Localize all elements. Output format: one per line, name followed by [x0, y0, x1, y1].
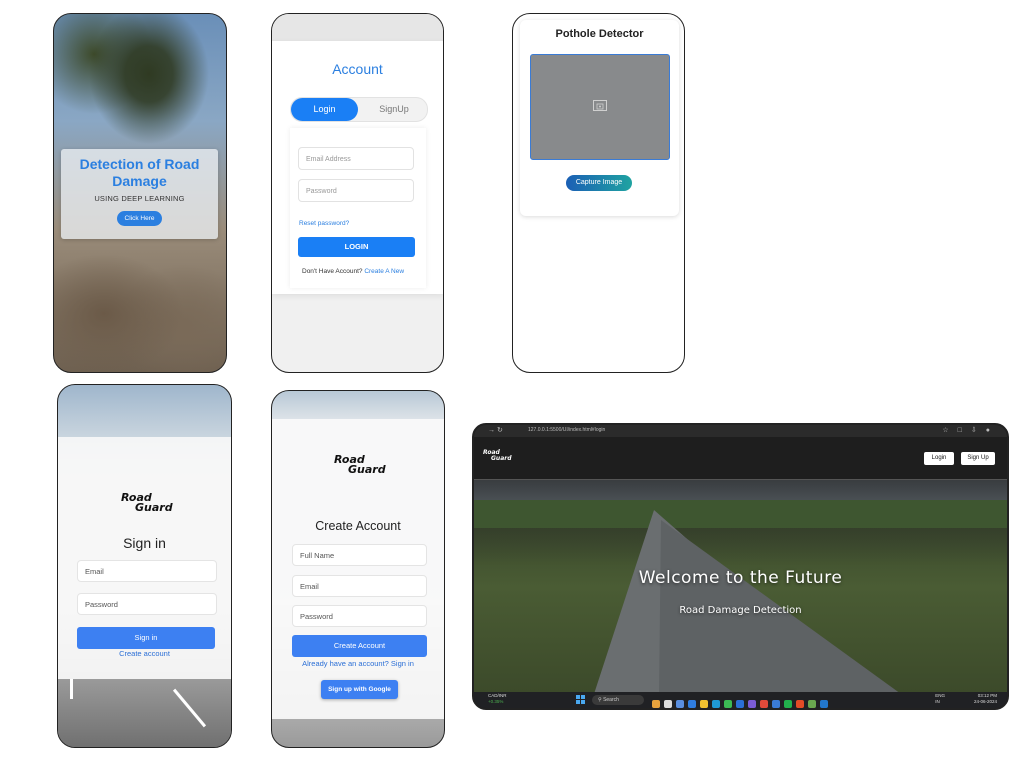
browser-toolbar: → ↻ 127.0.0.1:5500/UI/index.html#login ☆…	[474, 425, 1007, 437]
chrome-icon[interactable]	[724, 700, 732, 708]
password-field[interactable]: Password	[77, 593, 217, 615]
no-account-text: Don't Have Account? Create A New	[302, 268, 404, 275]
detector-card: Pothole Detector Capture Image	[520, 20, 679, 216]
app-icon[interactable]	[652, 700, 660, 708]
password-field[interactable]: Password	[292, 605, 427, 627]
site-header: Road Guard Login Sign Up	[474, 437, 1007, 480]
top-bar	[272, 14, 443, 41]
app-icon[interactable]	[676, 700, 684, 708]
app-icon[interactable]	[760, 700, 768, 708]
app-icon[interactable]	[796, 700, 804, 708]
tab-login[interactable]: Login	[291, 98, 358, 121]
create-account-button[interactable]: Create Account	[292, 635, 427, 657]
tab-signup[interactable]: SignUp	[361, 98, 427, 121]
roadguard-logo: Road Guard	[121, 492, 173, 514]
signin-button[interactable]: Sign in	[77, 627, 215, 649]
lang-line-2: IN	[935, 699, 940, 704]
desktop-browser-window: → ↻ 127.0.0.1:5500/UI/index.html#login ☆…	[472, 423, 1009, 710]
taskbar-search-label: Search	[603, 697, 619, 703]
app-icon[interactable]	[736, 700, 744, 708]
app-icon[interactable]	[664, 700, 672, 708]
image-icon	[593, 100, 607, 111]
email-field[interactable]: Email Address	[298, 147, 414, 170]
image-preview[interactable]	[530, 54, 670, 160]
signin-title: Sign in	[123, 535, 166, 551]
capture-image-button[interactable]: Capture Image	[566, 175, 632, 191]
logo-line-2: Guard	[348, 463, 386, 476]
signup-button[interactable]: Sign Up	[961, 452, 995, 465]
app-icon[interactable]	[772, 700, 780, 708]
create-account-screen: Road Guard Create Account Full Name Emai…	[271, 390, 445, 748]
system-clock[interactable]: 03:12 PM 24-06-2024	[974, 693, 997, 705]
taskbar-search[interactable]: ⚲ Search	[592, 695, 644, 705]
signin-link[interactable]: Already have an account? Sign in	[272, 659, 444, 668]
clock-date: 24-06-2024	[973, 699, 997, 704]
hero-card: Detection of Road Damage USING DEEP LEAR…	[61, 149, 218, 239]
pothole-detector-screen: Pothole Detector Capture Image	[512, 13, 685, 373]
account-screen: Account Login SignUp Email Address Passw…	[271, 13, 444, 373]
nav-arrows-icon[interactable]: → ↻	[488, 426, 503, 434]
account-title: Account	[332, 61, 383, 77]
vscode-icon[interactable]	[820, 700, 828, 708]
app-icon[interactable]	[748, 700, 756, 708]
welcome-subheading: Road Damage Detection	[679, 605, 802, 616]
edge-icon[interactable]	[712, 700, 720, 708]
app-icon[interactable]	[688, 700, 696, 708]
detector-title: Pothole Detector	[555, 28, 644, 40]
ticker-change: +0.35%	[488, 699, 504, 704]
address-bar[interactable]: 127.0.0.1:5500/UI/index.html#login	[528, 427, 605, 433]
folder-icon[interactable]	[700, 700, 708, 708]
hero-title: Detection of Road Damage	[79, 156, 200, 189]
road-background	[58, 679, 231, 747]
ticker-widget[interactable]: CAD/INR +0.35%	[488, 693, 507, 705]
whatsapp-icon[interactable]	[784, 700, 792, 708]
click-here-button[interactable]: Click Here	[116, 211, 163, 226]
no-account-label: Don't Have Account?	[302, 268, 363, 275]
windows-taskbar: CAD/INR +0.35% ⚲ Search ENG IN 03:12 PM …	[474, 692, 1007, 708]
taskbar-apps	[652, 695, 832, 708]
login-signup-toggle: Login SignUp	[290, 97, 428, 122]
roadguard-brand[interactable]: Road Guard	[483, 450, 512, 462]
password-field[interactable]: Password	[298, 179, 414, 202]
lane-marking	[70, 679, 73, 699]
login-form: Email Address Password Reset password? L…	[290, 128, 426, 288]
app-icon[interactable]	[808, 700, 816, 708]
reset-password-link[interactable]: Reset password?	[299, 220, 349, 227]
account-panel: Account Login SignUp Email Address Passw…	[272, 41, 443, 294]
welcome-heading: Welcome to the Future	[638, 568, 843, 588]
signin-screen: Road Guard Sign in Email Password Sign i…	[57, 384, 232, 748]
browser-tools-icons[interactable]: ☆□⇩●	[942, 426, 999, 434]
create-account-title: Create Account	[315, 519, 401, 533]
create-new-link[interactable]: Create A New	[364, 268, 404, 275]
landing-screen: Detection of Road Damage USING DEEP LEAR…	[53, 13, 227, 373]
login-button[interactable]: LOGIN	[298, 237, 415, 257]
email-field[interactable]: Email	[292, 575, 427, 597]
windows-start-icon[interactable]	[576, 695, 585, 704]
google-signup-button[interactable]: Sign up with Google	[321, 680, 398, 699]
logo-line-2: Guard	[135, 501, 173, 514]
fullname-field[interactable]: Full Name	[292, 544, 427, 566]
create-account-link[interactable]: Create account	[58, 649, 231, 658]
brand-line-2: Guard	[491, 455, 512, 462]
hero-subtitle: USING DEEP LEARNING	[94, 194, 185, 203]
roadguard-logo: Road Guard	[334, 454, 386, 476]
lane-marking	[172, 688, 207, 728]
email-field[interactable]: Email	[77, 560, 217, 582]
login-button[interactable]: Login	[924, 452, 954, 465]
language-indicator[interactable]: ENG IN	[935, 693, 945, 705]
